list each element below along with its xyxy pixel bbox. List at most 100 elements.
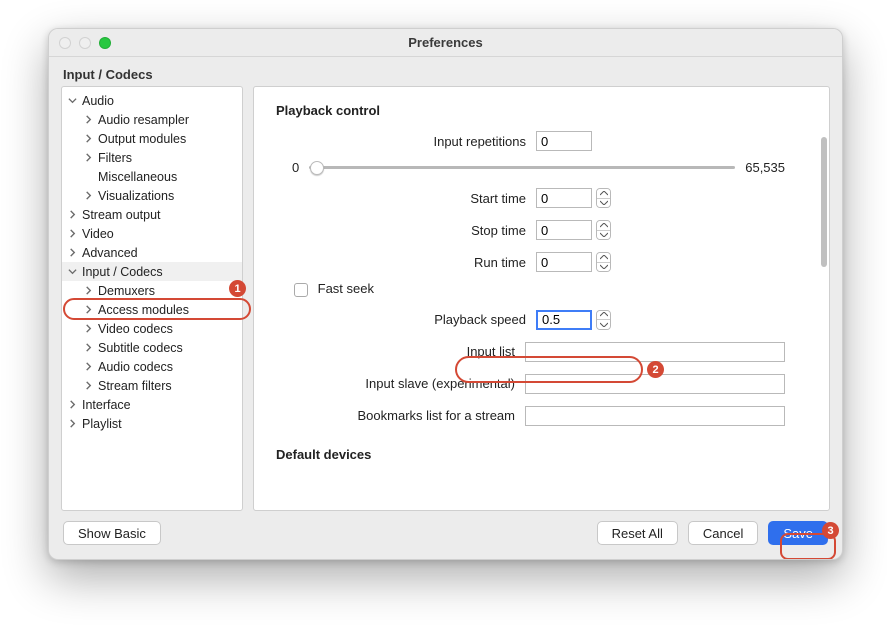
tree-label: Visualizations [98, 189, 174, 203]
tree-label: Advanced [82, 246, 138, 260]
tree-item[interactable]: Subtitle codecs [62, 338, 242, 357]
repetitions-slider-row: 0 65,535 [276, 160, 785, 175]
titlebar: Preferences [49, 29, 842, 57]
tree-item[interactable]: Video codecs [62, 319, 242, 338]
tree-item-interface[interactable]: Interface [62, 395, 242, 414]
chevron-right-icon [84, 362, 96, 371]
chevron-down-icon[interactable] [597, 320, 610, 329]
tree-item[interactable]: Output modules [62, 129, 242, 148]
minimize-icon[interactable] [79, 37, 91, 49]
slider-max: 65,535 [745, 160, 785, 175]
tree-item[interactable]: Filters [62, 148, 242, 167]
sidebar-tree[interactable]: Audio Audio resampler Output modules Fil… [61, 86, 243, 511]
tree-label: Audio resampler [98, 113, 189, 127]
save-button[interactable]: Save [768, 521, 828, 545]
tree-item-audio[interactable]: Audio [62, 91, 242, 110]
chevron-up-icon[interactable] [597, 253, 610, 263]
tree-label: Miscellaneous [98, 170, 177, 184]
tree-item[interactable]: Visualizations [62, 186, 242, 205]
label-start-time: Start time [276, 191, 536, 206]
tree-label: Playlist [82, 417, 122, 431]
tree-item[interactable]: Audio codecs [62, 357, 242, 376]
section-title-playback: Playback control [276, 103, 785, 118]
stop-time-field[interactable] [536, 220, 592, 240]
tree-label: Subtitle codecs [98, 341, 183, 355]
sidebar-header: Input / Codecs [61, 63, 830, 86]
label-playback-speed: Playback speed [276, 312, 536, 327]
tree-label: Stream output [82, 208, 161, 222]
chevron-up-icon[interactable] [597, 311, 610, 321]
upper-area: Input / Codecs Audio Audio resampler Out… [49, 57, 842, 511]
tree-label: Stream filters [98, 379, 172, 393]
tree-item[interactable]: Miscellaneous [62, 167, 242, 186]
slider-thumb[interactable] [310, 161, 324, 175]
playback-speed-stepper[interactable] [596, 310, 611, 330]
reset-all-button[interactable]: Reset All [597, 521, 678, 545]
chevron-right-icon [84, 153, 96, 162]
label-run-time: Run time [276, 255, 536, 270]
label-input-list: Input list [276, 344, 525, 359]
chevron-down-icon [68, 96, 80, 105]
section-title-default-devices: Default devices [276, 447, 785, 462]
settings-scroll[interactable]: Playback control Input repetitions 0 [254, 87, 815, 510]
tree-item[interactable]: Demuxers [62, 281, 242, 300]
run-time-stepper[interactable] [596, 252, 611, 272]
tree-label: Demuxers [98, 284, 155, 298]
bookmarks-field[interactable] [525, 406, 785, 426]
preferences-window: Preferences Input / Codecs Audio Audio r… [48, 28, 843, 560]
close-icon[interactable] [59, 37, 71, 49]
tree-item-video[interactable]: Video [62, 224, 242, 243]
tree-item-advanced[interactable]: Advanced [62, 243, 242, 262]
tree-item[interactable]: Stream filters [62, 376, 242, 395]
repetitions-slider[interactable] [309, 166, 735, 169]
run-time-field[interactable] [536, 252, 592, 272]
content: Input / Codecs Audio Audio resampler Out… [49, 57, 842, 559]
traffic-lights [59, 37, 111, 49]
zoom-icon[interactable] [99, 37, 111, 49]
cancel-button[interactable]: Cancel [688, 521, 758, 545]
fast-seek-row[interactable]: Fast seek [294, 281, 785, 297]
chevron-up-icon[interactable] [597, 221, 610, 231]
chevron-right-icon [68, 229, 80, 238]
tree-item-playlist[interactable]: Playlist [62, 414, 242, 433]
chevron-right-icon [68, 400, 80, 409]
chevron-right-icon [84, 115, 96, 124]
label-fast-seek: Fast seek [318, 281, 374, 296]
slider-min: 0 [292, 160, 299, 175]
chevron-down-icon[interactable] [597, 231, 610, 240]
chevron-right-icon [84, 305, 96, 314]
tree-label: Access modules [98, 303, 189, 317]
columns: Audio Audio resampler Output modules Fil… [61, 86, 830, 511]
tree-label: Filters [98, 151, 132, 165]
label-input-repetitions: Input repetitions [276, 134, 536, 149]
chevron-down-icon[interactable] [597, 263, 610, 272]
chevron-right-icon [84, 324, 96, 333]
chevron-right-icon [84, 134, 96, 143]
chevron-right-icon [84, 381, 96, 390]
input-slave-field[interactable] [525, 374, 785, 394]
input-repetitions-field[interactable] [536, 131, 592, 151]
chevron-right-icon [68, 248, 80, 257]
tree-item[interactable]: Access modules [62, 300, 242, 319]
stop-time-stepper[interactable] [596, 220, 611, 240]
chevron-down-icon[interactable] [597, 199, 610, 208]
start-time-stepper[interactable] [596, 188, 611, 208]
tree-label: Output modules [98, 132, 186, 146]
tree-item-input-codecs[interactable]: Input / Codecs [62, 262, 242, 281]
chevron-up-icon[interactable] [597, 189, 610, 199]
tree-label: Interface [82, 398, 131, 412]
start-time-field[interactable] [536, 188, 592, 208]
tree-item-stream-output[interactable]: Stream output [62, 205, 242, 224]
scrollbar-thumb[interactable] [821, 137, 827, 267]
settings-panel: Playback control Input repetitions 0 [253, 86, 830, 511]
fast-seek-checkbox[interactable] [294, 283, 308, 297]
tree-label: Input / Codecs [82, 265, 163, 279]
playback-speed-field[interactable] [536, 310, 592, 330]
chevron-right-icon [68, 419, 80, 428]
label-input-slave: Input slave (experimental) [276, 376, 525, 391]
tree-item[interactable]: Audio resampler [62, 110, 242, 129]
tree-label: Audio codecs [98, 360, 173, 374]
input-list-field[interactable] [525, 342, 785, 362]
chevron-right-icon [84, 191, 96, 200]
show-basic-button[interactable]: Show Basic [63, 521, 161, 545]
